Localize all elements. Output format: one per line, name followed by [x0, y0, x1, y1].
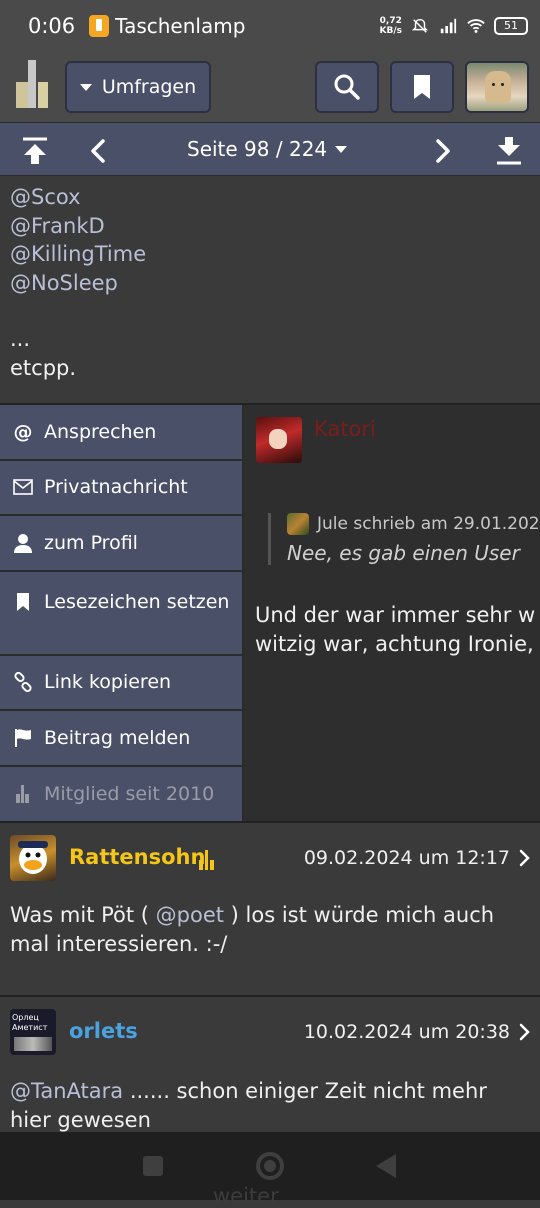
quote-block: Jule schrieb am 29.01.2024 Nee, es gab e…: [268, 513, 540, 565]
author-avatar[interactable]: Орлец Аметист: [10, 1009, 56, 1055]
menu-item-profil[interactable]: zum Profil: [0, 516, 244, 572]
forum-post: Rattensohn 09.02.2024 um 12:17 Was mit P…: [0, 821, 540, 995]
home-icon[interactable]: [256, 1152, 284, 1180]
search-icon: [334, 74, 360, 100]
link-icon: [12, 672, 34, 693]
menu-item-label: Lesezeichen setzen: [44, 590, 230, 613]
katori-post: Katori Jule schrieb am 29.01.2024 Nee, e…: [244, 405, 540, 823]
mention-link[interactable]: @KillingTime: [10, 240, 530, 269]
rank-icon: [12, 784, 34, 804]
quote-author-avatar: [287, 513, 309, 535]
battery-indicator: 51: [494, 17, 528, 35]
menu-item-label: Link kopieren: [44, 671, 172, 694]
user-icon: [12, 533, 34, 553]
forum-post: Орлец Аметист orlets 10.02.2024 um 20:38…: [0, 995, 540, 1132]
page-selector[interactable]: Seite 98 / 224: [187, 137, 348, 161]
menu-item-beitrag-melden[interactable]: Beitrag melden: [0, 711, 244, 767]
status-bar: 0:06 Taschenlampe 0,72 KB/s 51: [0, 0, 540, 52]
post-date-link[interactable]: 09.02.2024 um 12:17: [304, 847, 530, 869]
quote-header: Jule schrieb am 29.01.2024: [287, 513, 540, 535]
post-body: @TanAtara ...... schon einiger Zeit nich…: [10, 1077, 530, 1132]
post-with-context-menu: @ Ansprechen Privatnachricht zum Profil …: [0, 403, 540, 823]
mention-link[interactable]: @Scox: [10, 183, 530, 212]
system-navigation-bar: weiter: [0, 1132, 540, 1208]
status-app-name: Taschenlampe: [115, 14, 246, 38]
author-name[interactable]: Rattensohn: [69, 845, 205, 869]
recent-apps-icon[interactable]: [143, 1156, 163, 1176]
forum-dropdown-label: Umfragen: [101, 76, 197, 98]
author-name[interactable]: orlets: [69, 1019, 138, 1043]
weiter-link[interactable]: weiter: [213, 1184, 279, 1208]
closing-text: etcpp.: [10, 355, 77, 380]
mute-bell-icon: [411, 18, 429, 33]
post-date: 10.02.2024 um 20:38: [303, 1021, 510, 1043]
post-body: Was mit Pöt ( @poet ) los ist würde mich…: [10, 901, 530, 959]
mention-link[interactable]: @FrankD: [10, 212, 530, 241]
menu-item-lesezeichen[interactable]: Lesezeichen setzen: [0, 571, 244, 656]
caret-down-icon: [79, 83, 92, 91]
site-logo[interactable]: [16, 60, 50, 108]
menu-item-label: zum Profil: [44, 531, 138, 554]
forum-dropdown-button[interactable]: Umfragen: [65, 61, 211, 113]
page-indicator: Seite 98 / 224: [187, 137, 328, 161]
previous-page-icon[interactable]: [84, 136, 114, 166]
quote-header-text[interactable]: Jule schrieb am 29.01.2024: [317, 514, 540, 534]
bookmark-icon: [414, 75, 430, 99]
author-avatar[interactable]: [256, 417, 302, 463]
mention-link[interactable]: @TanAtara: [10, 1079, 123, 1103]
ellipsis-text: ...: [10, 327, 31, 351]
menu-item-mitglied-seit: Mitglied seit 2010: [0, 766, 244, 822]
post-header: Rattensohn 09.02.2024 um 12:17: [10, 835, 530, 881]
mention-link[interactable]: @poet: [156, 903, 224, 927]
post-body: Und der war immer sehr w witzig war, ach…: [255, 601, 540, 659]
at-icon: @: [13, 420, 33, 443]
post-date-link[interactable]: 10.02.2024 um 20:38: [304, 1021, 530, 1043]
post-body-line: Und der war immer sehr w: [255, 603, 536, 627]
rank-icon: [199, 850, 214, 870]
network-speed-unit: KB/s: [379, 26, 402, 36]
menu-item-label: Privatnachricht: [44, 476, 188, 499]
network-speed: 0,72 KB/s: [380, 16, 402, 36]
pagination-bar: Seite 98 / 224: [0, 122, 540, 176]
menu-item-ansprechen[interactable]: @ Ansprechen: [0, 405, 244, 461]
post-context-menu: @ Ansprechen Privatnachricht zum Profil …: [0, 405, 244, 822]
bookmarks-button[interactable]: [390, 61, 454, 113]
menu-item-label: Beitrag melden: [44, 726, 191, 749]
wifi-icon: [467, 19, 485, 33]
chevron-right-icon: [519, 849, 530, 867]
menu-item-link-kopieren[interactable]: Link kopieren: [0, 655, 244, 711]
post-date: 09.02.2024 um 12:17: [303, 847, 510, 869]
flashlight-icon: [89, 15, 110, 37]
author-avatar[interactable]: [10, 835, 56, 881]
post-text: Was mit Pöt (: [10, 903, 156, 927]
menu-item-label: Mitglied seit 2010: [44, 783, 215, 806]
post-header: Орлец Аметист orlets 10.02.2024 um 20:38: [10, 1009, 530, 1055]
mention-link[interactable]: @NoSleep: [10, 269, 530, 298]
avatar-caption-1: Орлец: [12, 1013, 39, 1022]
caret-down-icon: [335, 145, 348, 153]
status-time: 0:06: [28, 14, 76, 38]
search-button[interactable]: [315, 61, 379, 113]
previous-post-text: @Scox @FrankD @KillingTime @NoSleep ... …: [0, 177, 540, 403]
menu-item-privatnachricht[interactable]: Privatnachricht: [0, 460, 244, 516]
avatar-caption-2: Аметист: [12, 1023, 48, 1032]
chevron-right-icon: [519, 1023, 530, 1041]
back-icon[interactable]: [376, 1154, 396, 1178]
quote-body: Nee, es gab einen User: [287, 541, 520, 565]
menu-item-label: Ansprechen: [44, 420, 157, 443]
envelope-icon: [12, 479, 34, 496]
flag-icon: [12, 728, 34, 748]
user-avatar[interactable]: [465, 61, 529, 113]
signal-icon: [440, 18, 457, 34]
post-body-line: witzig war, achtung Ironie,: [255, 632, 534, 656]
jump-to-top-icon[interactable]: [20, 136, 50, 166]
jump-to-bottom-icon[interactable]: [494, 136, 524, 166]
author-name[interactable]: Katori: [314, 417, 376, 441]
top-app-bar: Umfragen: [0, 52, 540, 122]
next-page-icon[interactable]: [427, 136, 457, 166]
network-speed-value: 0,72: [379, 16, 402, 26]
